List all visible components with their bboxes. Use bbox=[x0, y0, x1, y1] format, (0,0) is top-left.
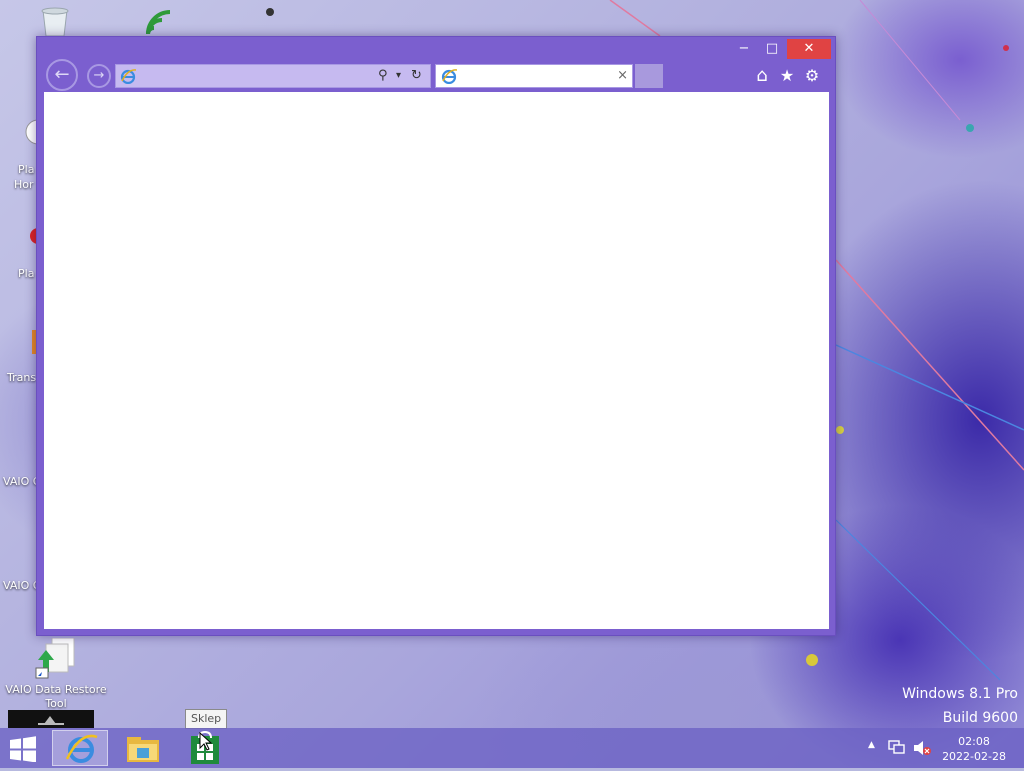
play-home-icon[interactable] bbox=[14, 118, 51, 146]
clock-date: 2022-02-28 bbox=[942, 750, 1006, 763]
taskbar-tooltip: Sklep bbox=[185, 709, 228, 729]
settings-icon[interactable]: ⚙ bbox=[801, 65, 823, 87]
clock-time: 02:08 bbox=[958, 735, 990, 748]
mouse-cursor-icon bbox=[199, 732, 213, 751]
taskbar-explorer-button[interactable] bbox=[115, 730, 171, 766]
address-input[interactable] bbox=[138, 67, 372, 87]
search-icon[interactable]: ⚲ bbox=[378, 67, 388, 85]
address-bar[interactable]: ⚲ ▾ ↻ bbox=[115, 64, 431, 88]
ie-tab-icon bbox=[441, 69, 457, 84]
close-button[interactable]: ✕ bbox=[787, 39, 831, 59]
minimize-button[interactable]: − bbox=[731, 39, 757, 59]
taskbar-ie-button[interactable] bbox=[52, 730, 108, 766]
network-icon[interactable] bbox=[888, 740, 906, 756]
ie-page-icon bbox=[120, 69, 136, 84]
windows-edition-label: Windows 8.1 Pro bbox=[902, 686, 1018, 702]
browser-tab[interactable]: × bbox=[435, 64, 633, 88]
taskbar: ▲ 02:08 2022-02-28 bbox=[0, 728, 1024, 768]
refresh-icon[interactable]: ↻ bbox=[411, 67, 422, 85]
tab-close-icon[interactable]: × bbox=[617, 66, 628, 86]
home-icon[interactable]: ⌂ bbox=[751, 65, 773, 87]
thumbnail-peek-bar bbox=[8, 710, 94, 728]
vaio-label-2: VAIO C bbox=[3, 579, 41, 592]
vaio-label-1: VAIO C bbox=[3, 475, 41, 488]
play-home-label: Pla bbox=[18, 163, 35, 176]
new-tab-button[interactable] bbox=[635, 64, 663, 88]
recycle-bin-icon[interactable] bbox=[38, 6, 72, 37]
back-button[interactable]: ← bbox=[46, 59, 78, 91]
vaio-data-restore-label: VAIO Data Restore Tool bbox=[4, 683, 108, 711]
play-label: Pla bbox=[18, 267, 35, 280]
page-content[interactable] bbox=[44, 92, 829, 629]
browser-window[interactable]: − □ ✕ ← → ⚲ ▾ ↻ × ⌂ ★ ⚙ bbox=[36, 36, 836, 636]
internet-explorer-icon bbox=[65, 734, 98, 763]
maximize-button[interactable]: □ bbox=[759, 39, 785, 59]
folder-icon bbox=[127, 737, 159, 762]
vaio-data-restore-icon[interactable] bbox=[34, 637, 78, 680]
windows-build-label: Build 9600 bbox=[942, 710, 1018, 726]
show-hidden-icons-button[interactable]: ▲ bbox=[868, 740, 875, 750]
vaio-data-restore-label-line2: Tool bbox=[45, 697, 67, 710]
system-clock[interactable]: 02:08 2022-02-28 bbox=[942, 734, 1006, 764]
wireless-icon[interactable] bbox=[144, 8, 180, 36]
trans-label: Trans bbox=[7, 371, 37, 384]
play-home-label-2: Hor bbox=[14, 178, 34, 191]
forward-button[interactable]: → bbox=[87, 64, 111, 88]
volume-muted-icon[interactable] bbox=[912, 739, 932, 757]
windows-logo-icon bbox=[10, 736, 36, 763]
favorites-icon[interactable]: ★ bbox=[776, 65, 798, 87]
vaio-data-restore-label-line1: VAIO Data Restore bbox=[5, 683, 107, 696]
start-button[interactable] bbox=[8, 736, 38, 763]
address-dropdown-icon[interactable]: ▾ bbox=[396, 67, 401, 85]
